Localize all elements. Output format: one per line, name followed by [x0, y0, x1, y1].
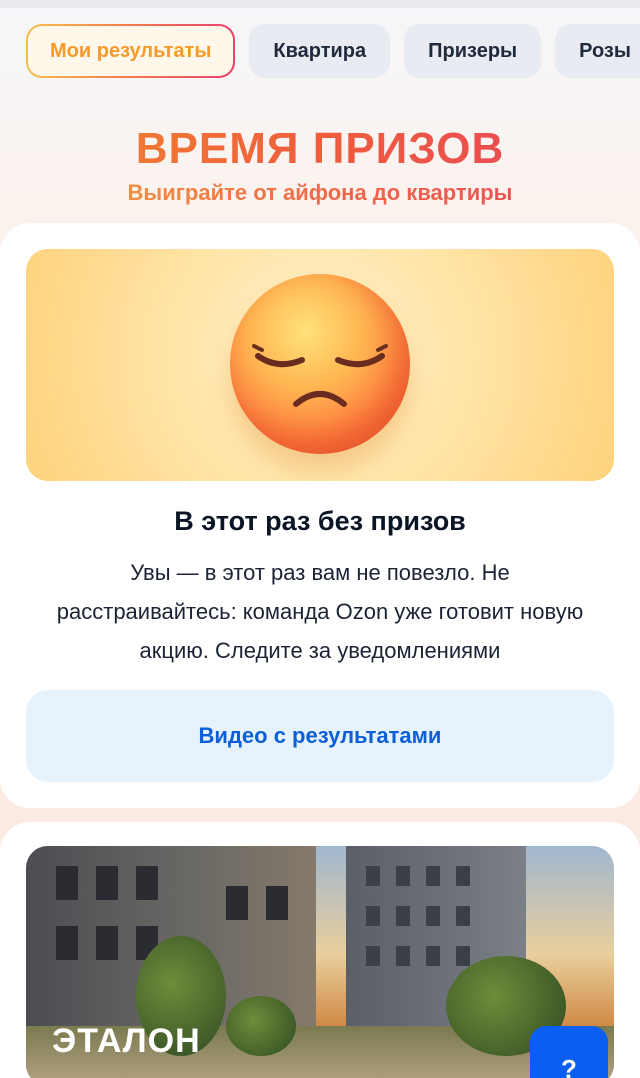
promo-subline: Выиграйте от айфона до квартиры [0, 180, 640, 206]
result-title: В этот раз без призов [174, 506, 466, 536]
tree [226, 996, 296, 1056]
tab-draws[interactable]: Розы [555, 24, 640, 78]
tab-apartment[interactable]: Квартира [249, 24, 391, 78]
help-button[interactable]: ? [530, 1026, 608, 1078]
brand-logo-text: ЭТАЛОН [52, 1022, 201, 1060]
top-status-strip [0, 0, 640, 8]
tab-my-results-label: Мои результаты [28, 26, 234, 76]
result-image [26, 249, 614, 481]
tab-bar: Мои результаты Квартира Призеры Розы [26, 24, 640, 78]
result-description: Увы — в этот раз вам не повезло. Не расс… [56, 560, 584, 663]
promo-headline: ВРЕМЯ ПРИЗОВ [0, 124, 640, 174]
tab-my-results[interactable]: Мои результаты [26, 24, 236, 78]
result-card: В этот раз без призов Увы — в этот раз в… [0, 223, 640, 808]
apartment-photo: ЭТАЛОН [26, 846, 614, 1078]
tab-winners[interactable]: Призеры [404, 24, 542, 78]
video-results-button[interactable]: Видео с результатами [26, 690, 614, 782]
pensive-face-icon [230, 274, 410, 454]
